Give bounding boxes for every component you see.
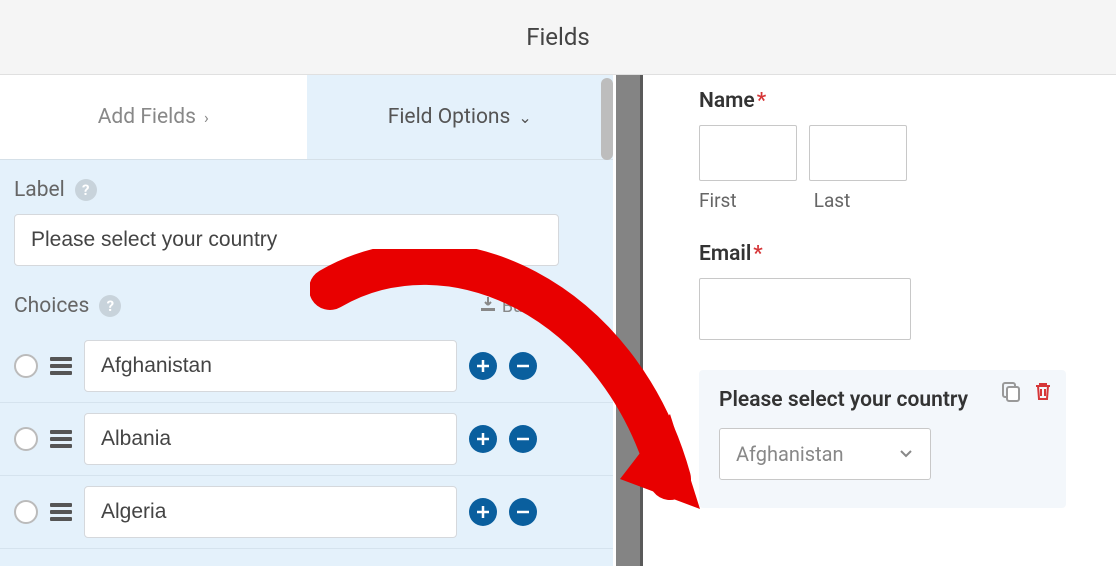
scrollbar[interactable]	[601, 78, 613, 160]
choice-input[interactable]	[84, 413, 457, 465]
panel-divider[interactable]	[613, 75, 643, 566]
choice-row	[0, 330, 613, 403]
chevron-down-icon	[898, 442, 914, 466]
bulk-add-label: Bulk Add	[502, 296, 573, 317]
add-choice-button[interactable]	[469, 498, 497, 526]
choice-input[interactable]	[84, 486, 457, 538]
page-title: Fields	[526, 23, 590, 51]
field-options-panel: Add Fields › Field Options ⌄ Label ? Cho…	[0, 75, 613, 566]
first-name-input[interactable]	[699, 125, 797, 181]
form-preview: Name* First Last Email* Please select yo…	[643, 75, 1116, 566]
default-radio[interactable]	[14, 500, 38, 524]
tab-field-options[interactable]: Field Options ⌄	[307, 75, 614, 159]
duplicate-icon[interactable]	[1000, 380, 1022, 402]
selected-field-wrapper[interactable]: Please select your country Afghanistan	[699, 370, 1066, 508]
tab-label: Add Fields	[98, 105, 196, 129]
remove-choice-button[interactable]	[509, 498, 537, 526]
name-inputs	[699, 125, 1096, 181]
drag-handle-icon[interactable]	[50, 503, 72, 521]
first-caption: First	[699, 189, 809, 212]
choice-input[interactable]	[84, 340, 457, 392]
label-input[interactable]	[14, 214, 559, 266]
choices-section: Choices ? Bulk Add	[0, 276, 613, 318]
remove-choice-button[interactable]	[509, 425, 537, 453]
choice-row	[0, 476, 613, 549]
required-marker: *	[757, 89, 766, 113]
country-field-label: Please select your country	[719, 388, 1046, 412]
download-icon	[480, 296, 496, 317]
default-radio[interactable]	[14, 427, 38, 451]
help-icon[interactable]: ?	[99, 295, 121, 317]
tab-add-fields[interactable]: Add Fields ›	[0, 75, 307, 159]
drag-handle-icon[interactable]	[50, 430, 72, 448]
selected-option: Afghanistan	[736, 442, 844, 466]
drag-handle-icon[interactable]	[50, 357, 72, 375]
main-content: Add Fields › Field Options ⌄ Label ? Cho…	[0, 75, 1116, 566]
bulk-add-button[interactable]: Bulk Add	[480, 296, 573, 317]
trash-icon[interactable]	[1032, 380, 1054, 402]
page-header: Fields	[0, 0, 1116, 75]
add-choice-button[interactable]	[469, 352, 497, 380]
panel-tabs: Add Fields › Field Options ⌄	[0, 75, 613, 160]
add-choice-button[interactable]	[469, 425, 497, 453]
default-radio[interactable]	[14, 354, 38, 378]
chevron-down-icon: ⌄	[518, 108, 531, 127]
name-field-label: Name*	[699, 89, 1096, 113]
chevron-right-icon: ›	[204, 108, 209, 127]
label-section: Label ?	[0, 160, 613, 276]
choices-title: Choices	[14, 294, 89, 318]
last-caption: Last	[814, 189, 851, 212]
remove-choice-button[interactable]	[509, 352, 537, 380]
tab-label: Field Options	[388, 105, 511, 129]
country-select[interactable]: Afghanistan	[719, 428, 931, 480]
required-marker: *	[753, 242, 762, 266]
last-name-input[interactable]	[809, 125, 907, 181]
label-title: Label	[14, 178, 65, 202]
name-captions: First Last	[699, 189, 1096, 212]
email-input[interactable]	[699, 278, 911, 340]
email-field-label: Email*	[699, 242, 1096, 266]
help-icon[interactable]: ?	[75, 179, 97, 201]
choice-row	[0, 403, 613, 476]
